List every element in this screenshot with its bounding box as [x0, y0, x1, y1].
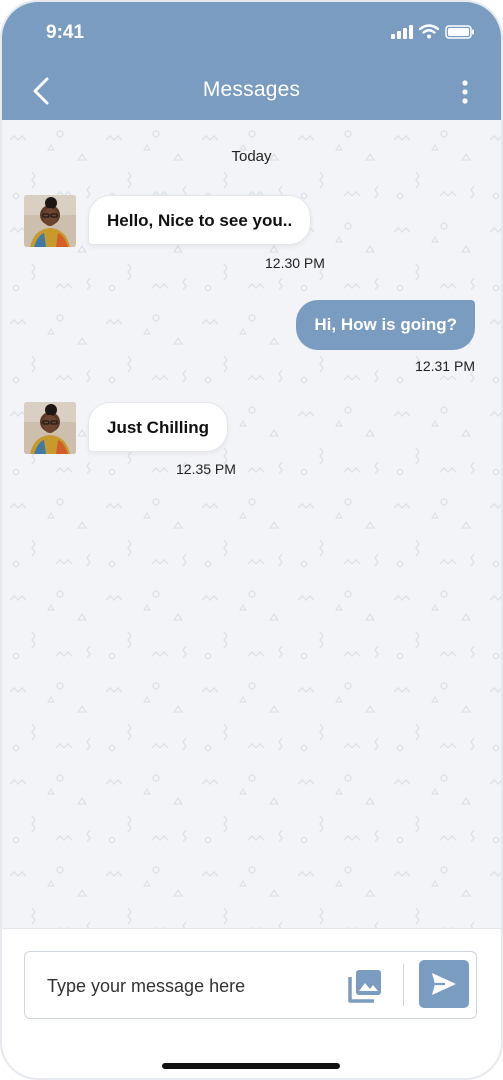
- send-button[interactable]: [419, 960, 469, 1008]
- phone-screen: 9:41 Messages Today Hello, Nice to see y…: [0, 0, 503, 1080]
- signal-icon: [391, 24, 413, 39]
- home-indicator: [162, 1063, 340, 1069]
- app-header: 9:41 Messages: [2, 2, 501, 120]
- message-time: 12.30 PM: [265, 255, 325, 271]
- send-icon: [432, 973, 456, 995]
- avatar[interactable]: [24, 402, 76, 454]
- composer: [24, 951, 477, 1020]
- contact-photo: [24, 402, 76, 454]
- more-options-button[interactable]: [455, 78, 475, 106]
- message-bubble-outgoing[interactable]: Hi, How is going?: [296, 300, 475, 350]
- more-icon: [462, 80, 468, 104]
- status-icons: [391, 24, 475, 39]
- chat-area[interactable]: Today Hello, Nice to see you.. 12.30 PM …: [2, 120, 501, 928]
- date-separator: Today: [231, 148, 272, 165]
- gallery-icon: [348, 970, 381, 1003]
- contact-photo: [24, 195, 76, 247]
- message-time: 12.35 PM: [176, 461, 236, 477]
- page-title: Messages: [202, 78, 301, 101]
- message-input[interactable]: [45, 952, 329, 1020]
- message-bubble-incoming[interactable]: Hello, Nice to see you..: [88, 195, 312, 245]
- gallery-button[interactable]: [347, 968, 383, 1004]
- status-time: 9:41: [46, 22, 85, 43]
- avatar[interactable]: [24, 195, 76, 247]
- message-time: 12.31 PM: [415, 358, 475, 374]
- composer-bar: [2, 928, 501, 1078]
- wifi-icon: [419, 24, 439, 39]
- message-bubble-incoming[interactable]: Just Chilling: [88, 402, 228, 452]
- battery-icon: [445, 24, 474, 39]
- composer-divider: [403, 964, 404, 1006]
